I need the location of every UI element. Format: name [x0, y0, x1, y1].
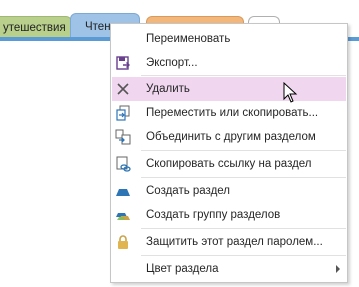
menu-item-label: Создать группу разделов	[146, 209, 281, 221]
menu-separator	[141, 75, 346, 76]
context-menu: Переименовать Экспорт... Удалить Перемес…	[110, 23, 348, 283]
menu-separator	[141, 177, 346, 178]
menu-item-move-copy[interactable]: Переместить или скопировать...	[112, 101, 346, 125]
menu-separator	[141, 255, 346, 256]
menu-item-label: Переместить или скопировать...	[146, 107, 319, 119]
menu-item-new-section-group[interactable]: Создать группу разделов	[112, 203, 346, 227]
section-tab-travel[interactable]: утешествия	[0, 16, 72, 38]
section-tab-label: утешествия	[3, 22, 66, 34]
submenu-arrow-icon	[336, 265, 340, 273]
delete-x-icon	[115, 81, 131, 97]
menu-item-new-section[interactable]: Создать раздел	[112, 179, 346, 203]
menu-item-label: Скопировать ссылку на раздел	[146, 158, 312, 170]
menu-item-export[interactable]: Экспорт...	[112, 51, 346, 75]
new-section-icon	[115, 183, 131, 199]
menu-separator	[141, 150, 346, 151]
menu-item-delete[interactable]: Удалить	[112, 77, 346, 101]
menu-item-section-color[interactable]: Цвет раздела	[112, 257, 346, 281]
lock-icon	[115, 234, 131, 250]
menu-item-label: Защитить этот раздел паролем...	[146, 236, 323, 248]
mouse-pointer-icon	[283, 81, 299, 104]
merge-icon	[115, 129, 131, 145]
menu-item-label: Экспорт...	[146, 57, 198, 69]
link-icon	[115, 156, 131, 172]
menu-separator	[141, 228, 346, 229]
move-copy-icon	[115, 105, 131, 121]
section-tab-label: Чтен	[85, 21, 111, 33]
onenote-window: утешествия Чтен Переименовать Экспорт...	[0, 0, 359, 287]
new-section-group-icon	[115, 207, 131, 223]
menu-item-password-protect[interactable]: Защитить этот раздел паролем...	[112, 230, 346, 254]
menu-item-rename[interactable]: Переименовать	[112, 27, 346, 51]
export-icon	[115, 55, 131, 71]
menu-item-label: Удалить	[146, 83, 190, 95]
menu-item-copy-link[interactable]: Скопировать ссылку на раздел	[112, 152, 346, 176]
menu-item-label: Цвет раздела	[146, 263, 219, 275]
menu-item-label: Объединить с другим разделом	[146, 131, 316, 143]
menu-item-merge[interactable]: Объединить с другим разделом	[112, 125, 346, 149]
menu-item-label: Создать раздел	[146, 185, 231, 197]
menu-item-label: Переименовать	[146, 33, 231, 45]
